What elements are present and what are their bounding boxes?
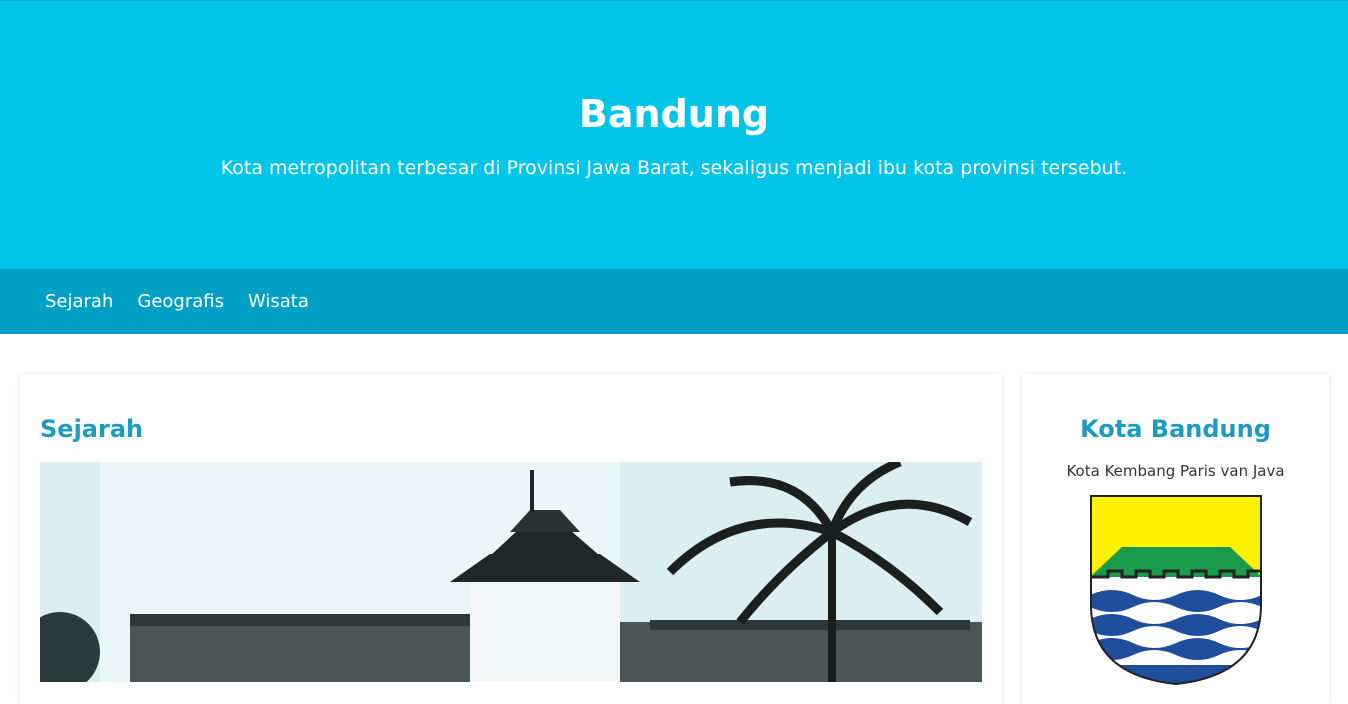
city-tagline: Kota Kembang Paris van Java [1066, 462, 1285, 480]
section-title: Sejarah [40, 415, 144, 443]
content-area: Sejarah Kota Bandung Kota Kembang Paris … [0, 334, 1348, 704]
city-card: Kota Bandung Kota Kembang Paris van Java [1022, 374, 1329, 704]
nav-item-geografis[interactable]: Geografis [137, 291, 224, 312]
main-nav: Sejarah Geografis Wisata [0, 269, 1348, 334]
gedung-sate-photo [40, 462, 982, 682]
bandung-emblem-icon [1089, 495, 1262, 685]
hero-header: Bandung Kota metropolitan terbesar di Pr… [0, 0, 1348, 269]
nav-item-wisata[interactable]: Wisata [248, 291, 309, 312]
page-subtitle: Kota metropolitan terbesar di Provinsi J… [220, 157, 1128, 179]
page-title: Bandung [578, 92, 770, 136]
history-card: Sejarah [20, 374, 1002, 704]
city-title: Kota Bandung [1080, 415, 1271, 443]
nav-item-sejarah[interactable]: Sejarah [45, 291, 113, 312]
